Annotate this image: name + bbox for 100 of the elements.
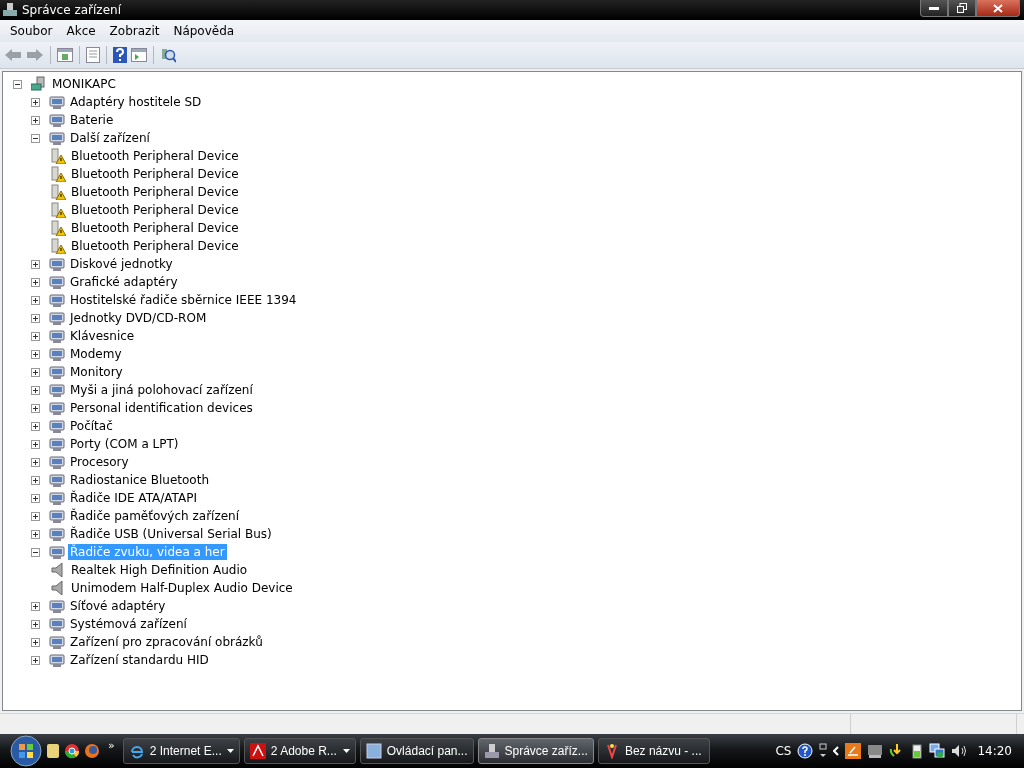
tree-item[interactable]: Další zařízení [68,130,152,146]
tree-item[interactable]: Bluetooth Peripheral Device [69,220,241,236]
device-icon [49,490,65,506]
tree-item[interactable]: Jednotky DVD/CD-ROM [68,310,209,326]
overflow-chevron[interactable]: » [108,738,115,752]
expand-toggle[interactable] [31,511,40,521]
taskbar-button[interactable]: Správce zaříz... [477,738,594,764]
globe-icon[interactable] [84,743,100,759]
minimize-button[interactable] [920,0,948,17]
tree-item[interactable]: Bluetooth Peripheral Device [69,148,241,164]
taskbar-button[interactable]: 2 Adobe R... [243,738,356,764]
network-icon[interactable] [929,743,946,759]
tree-item[interactable]: Realtek High Definition Audio [69,562,250,578]
expand-toggle[interactable] [31,493,40,503]
tree-item[interactable]: Porty (COM a LPT) [68,436,181,452]
tree-item[interactable]: Hostitelské řadiče sběrnice IEEE 1394 [68,292,299,308]
tree-item[interactable]: Baterie [68,112,116,128]
tree-item[interactable]: Diskové jednotky [68,256,175,272]
browser-icon[interactable] [64,743,80,759]
tree-item[interactable]: Monitory [68,364,125,380]
expand-toggle[interactable] [31,385,40,395]
volume-icon[interactable] [951,743,968,759]
battery-icon[interactable] [911,743,924,759]
chevron-left-icon[interactable] [833,746,840,756]
device-icon [49,274,65,290]
device-icon [49,634,65,650]
tree-item[interactable]: Zařízení standardu HID [68,652,211,668]
language-indicator[interactable]: CS [775,744,792,758]
expand-toggle[interactable] [31,349,40,359]
tree-item[interactable]: Zařízení pro zpracování obrázků [68,634,265,650]
close-button[interactable] [976,0,1020,17]
expand-toggle[interactable] [31,277,40,287]
device-icon [49,598,65,614]
tree-item[interactable]: Personal identification devices [68,400,255,416]
start-button[interactable] [10,735,42,767]
tree-item[interactable]: Bluetooth Peripheral Device [69,202,241,218]
tree-item[interactable]: Řadiče paměťových zařízení [68,508,242,524]
expand-toggle[interactable] [31,367,40,377]
tree-item[interactable]: Síťové adaptéry [68,598,168,614]
clock[interactable]: 14:20 [977,744,1012,758]
help-icon[interactable] [113,47,127,63]
tree-item[interactable]: Řadiče IDE ATA/ATAPI [68,490,199,506]
device-icon [49,652,65,668]
tree-item[interactable]: Unimodem Half-Duplex Audio Device [69,580,295,596]
taskbar-button[interactable]: Bez názvu - ... [597,738,710,764]
tree-item[interactable]: Počítač [68,418,115,434]
device-icon [49,544,65,560]
device-icon [49,346,65,362]
tree-item[interactable]: Bluetooth Peripheral Device [69,238,241,254]
collapse-toggle[interactable] [13,79,22,89]
tree-item[interactable]: MONIKAPC [50,76,118,92]
device-icon [49,256,65,272]
expand-toggle[interactable] [31,601,40,611]
expand-toggle[interactable] [31,529,40,539]
tree-item[interactable]: Bluetooth Peripheral Device [69,166,241,182]
tree-item[interactable]: Radiostanice Bluetooth [68,472,212,488]
device-icon [49,328,65,344]
tree-item[interactable]: Řadiče USB (Universal Serial Bus) [68,526,274,542]
monitor-icon[interactable] [867,743,884,759]
expand-toggle[interactable] [31,457,40,467]
expand-toggle[interactable] [31,259,40,269]
action-pane-icon[interactable] [131,48,147,62]
device-icon [49,400,65,416]
menu-item[interactable]: Akce [60,22,102,40]
expand-toggle[interactable] [31,475,40,485]
expand-toggle[interactable] [31,439,40,449]
help-icon[interactable] [797,743,814,759]
taskbar-button[interactable]: 2 Internet E... [122,738,240,764]
tree-item[interactable]: Systémová zařízení [68,616,189,632]
expand-toggle[interactable] [31,421,40,431]
expand-toggle[interactable] [31,403,40,413]
console-tree-icon[interactable] [57,48,73,62]
tray-app-icon[interactable] [845,743,862,759]
collapse-toggle[interactable] [31,547,40,557]
tree-item[interactable]: Grafické adaptéry [68,274,180,290]
tree-item[interactable]: Klávesnice [68,328,137,344]
menu-item[interactable]: Nápověda [167,22,241,40]
expand-toggle[interactable] [31,619,40,629]
tree-item[interactable]: Modemy [68,346,124,362]
taskbar-button[interactable]: Ovládací pan... [359,738,474,764]
expand-toggle[interactable] [31,97,40,107]
tree-item[interactable]: Bluetooth Peripheral Device [69,184,241,200]
tree-item[interactable]: Procesory [68,454,131,470]
collapse-toggle[interactable] [31,133,40,143]
expand-toggle[interactable] [31,331,40,341]
expand-toggle[interactable] [31,313,40,323]
menu-item[interactable]: Soubor [4,22,59,40]
expand-toggle[interactable] [31,637,40,647]
switch-windows-icon[interactable] [819,743,828,759]
properties-icon[interactable] [86,47,100,63]
computer-icon [31,76,47,92]
expand-toggle[interactable] [31,115,40,125]
app-icon [2,3,18,17]
expand-toggle[interactable] [31,295,40,305]
restore-button[interactable] [948,0,976,17]
tree-item[interactable]: Adaptéry hostitele SD [68,94,204,110]
menu-item[interactable]: Zobrazit [103,22,166,40]
expand-toggle[interactable] [31,655,40,665]
tree-item[interactable]: Myši a jiná polohovací zařízení [68,382,255,398]
scan-hardware-icon[interactable] [160,47,176,63]
